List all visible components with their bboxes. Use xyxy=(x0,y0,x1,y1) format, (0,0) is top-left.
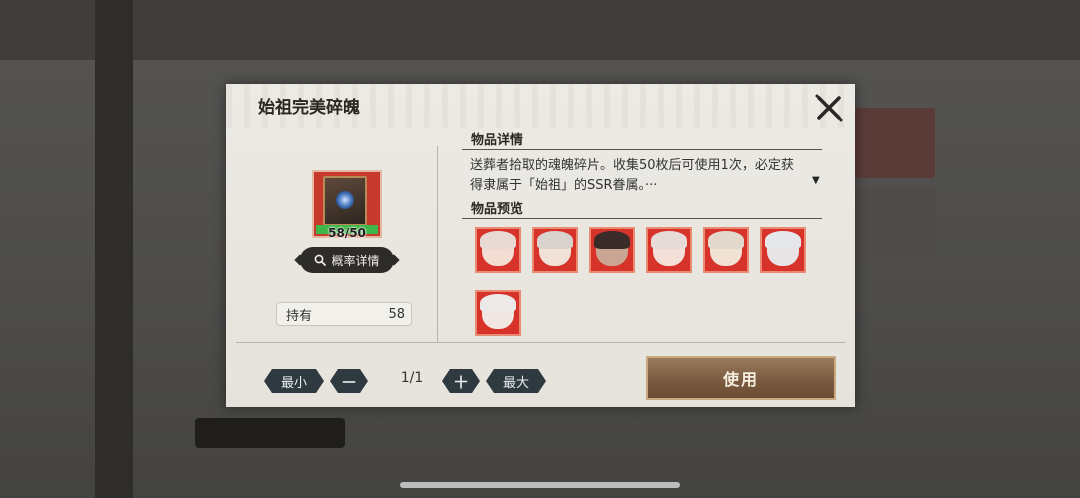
background-card xyxy=(855,188,935,258)
preview-heading: 物品预览 xyxy=(471,202,524,217)
preview-portrait-1[interactable] xyxy=(475,227,521,273)
preview-portrait-5[interactable] xyxy=(703,227,749,273)
character-hair xyxy=(480,231,516,249)
soul-book-icon xyxy=(323,176,367,226)
min-quantity-button[interactable]: 最小 xyxy=(264,369,324,393)
background-card xyxy=(855,108,935,178)
expand-arrow-icon[interactable]: ▼ xyxy=(812,175,820,186)
background-button xyxy=(195,418,345,448)
item-description: 送葬者拾取的魂魄碎片。收集50枚后可使用1次，必定获得隶属于「始祖」的SSR眷属… xyxy=(470,158,794,193)
character-hair xyxy=(708,231,744,249)
probability-details-label: 概率详情 xyxy=(331,253,380,268)
preview-portrait-7[interactable] xyxy=(475,290,521,336)
character-hair xyxy=(480,294,516,312)
max-quantity-button[interactable]: 最大 xyxy=(486,369,546,393)
character-hair xyxy=(765,231,801,249)
preview-portrait-2[interactable] xyxy=(532,227,578,273)
magnifier-icon xyxy=(315,254,327,266)
details-heading: 物品详情 xyxy=(471,133,524,148)
close-icon[interactable] xyxy=(813,92,845,124)
holdings-box: 持有 58 xyxy=(276,302,412,326)
decrease-button[interactable]: 一 xyxy=(330,369,368,393)
background-topbar xyxy=(0,0,1080,60)
character-hair xyxy=(651,231,687,249)
preview-portrait-6[interactable] xyxy=(760,227,806,273)
holdings-value: 58 xyxy=(388,306,405,322)
increase-button[interactable]: 十 xyxy=(442,369,480,393)
probability-details-button[interactable]: 概率详情 xyxy=(300,247,394,273)
dialog-title: 始祖完美碎魄 xyxy=(258,98,360,118)
character-hair xyxy=(537,231,573,249)
preview-portrait-3[interactable] xyxy=(589,227,635,273)
home-indicator xyxy=(400,482,680,488)
vertical-divider xyxy=(437,146,438,342)
use-button[interactable]: 使用 xyxy=(646,356,836,400)
background-left-strip xyxy=(95,0,133,498)
preview-portrait-4[interactable] xyxy=(646,227,692,273)
details-divider xyxy=(462,149,822,150)
quantity-display: 1/1 xyxy=(400,370,424,386)
holdings-label: 持有 xyxy=(286,308,313,324)
gem-icon xyxy=(336,191,354,209)
preview-divider xyxy=(462,218,822,219)
bottom-divider xyxy=(236,342,846,343)
item-use-dialog: 始祖完美碎魄 58/50 概率详情 持有 58 物品详情 送葬者拾取的魂魄碎片。… xyxy=(226,84,855,407)
character-hair xyxy=(594,231,630,249)
item-count: 58/50 xyxy=(328,226,366,240)
item-icon: 58/50 xyxy=(312,170,382,240)
